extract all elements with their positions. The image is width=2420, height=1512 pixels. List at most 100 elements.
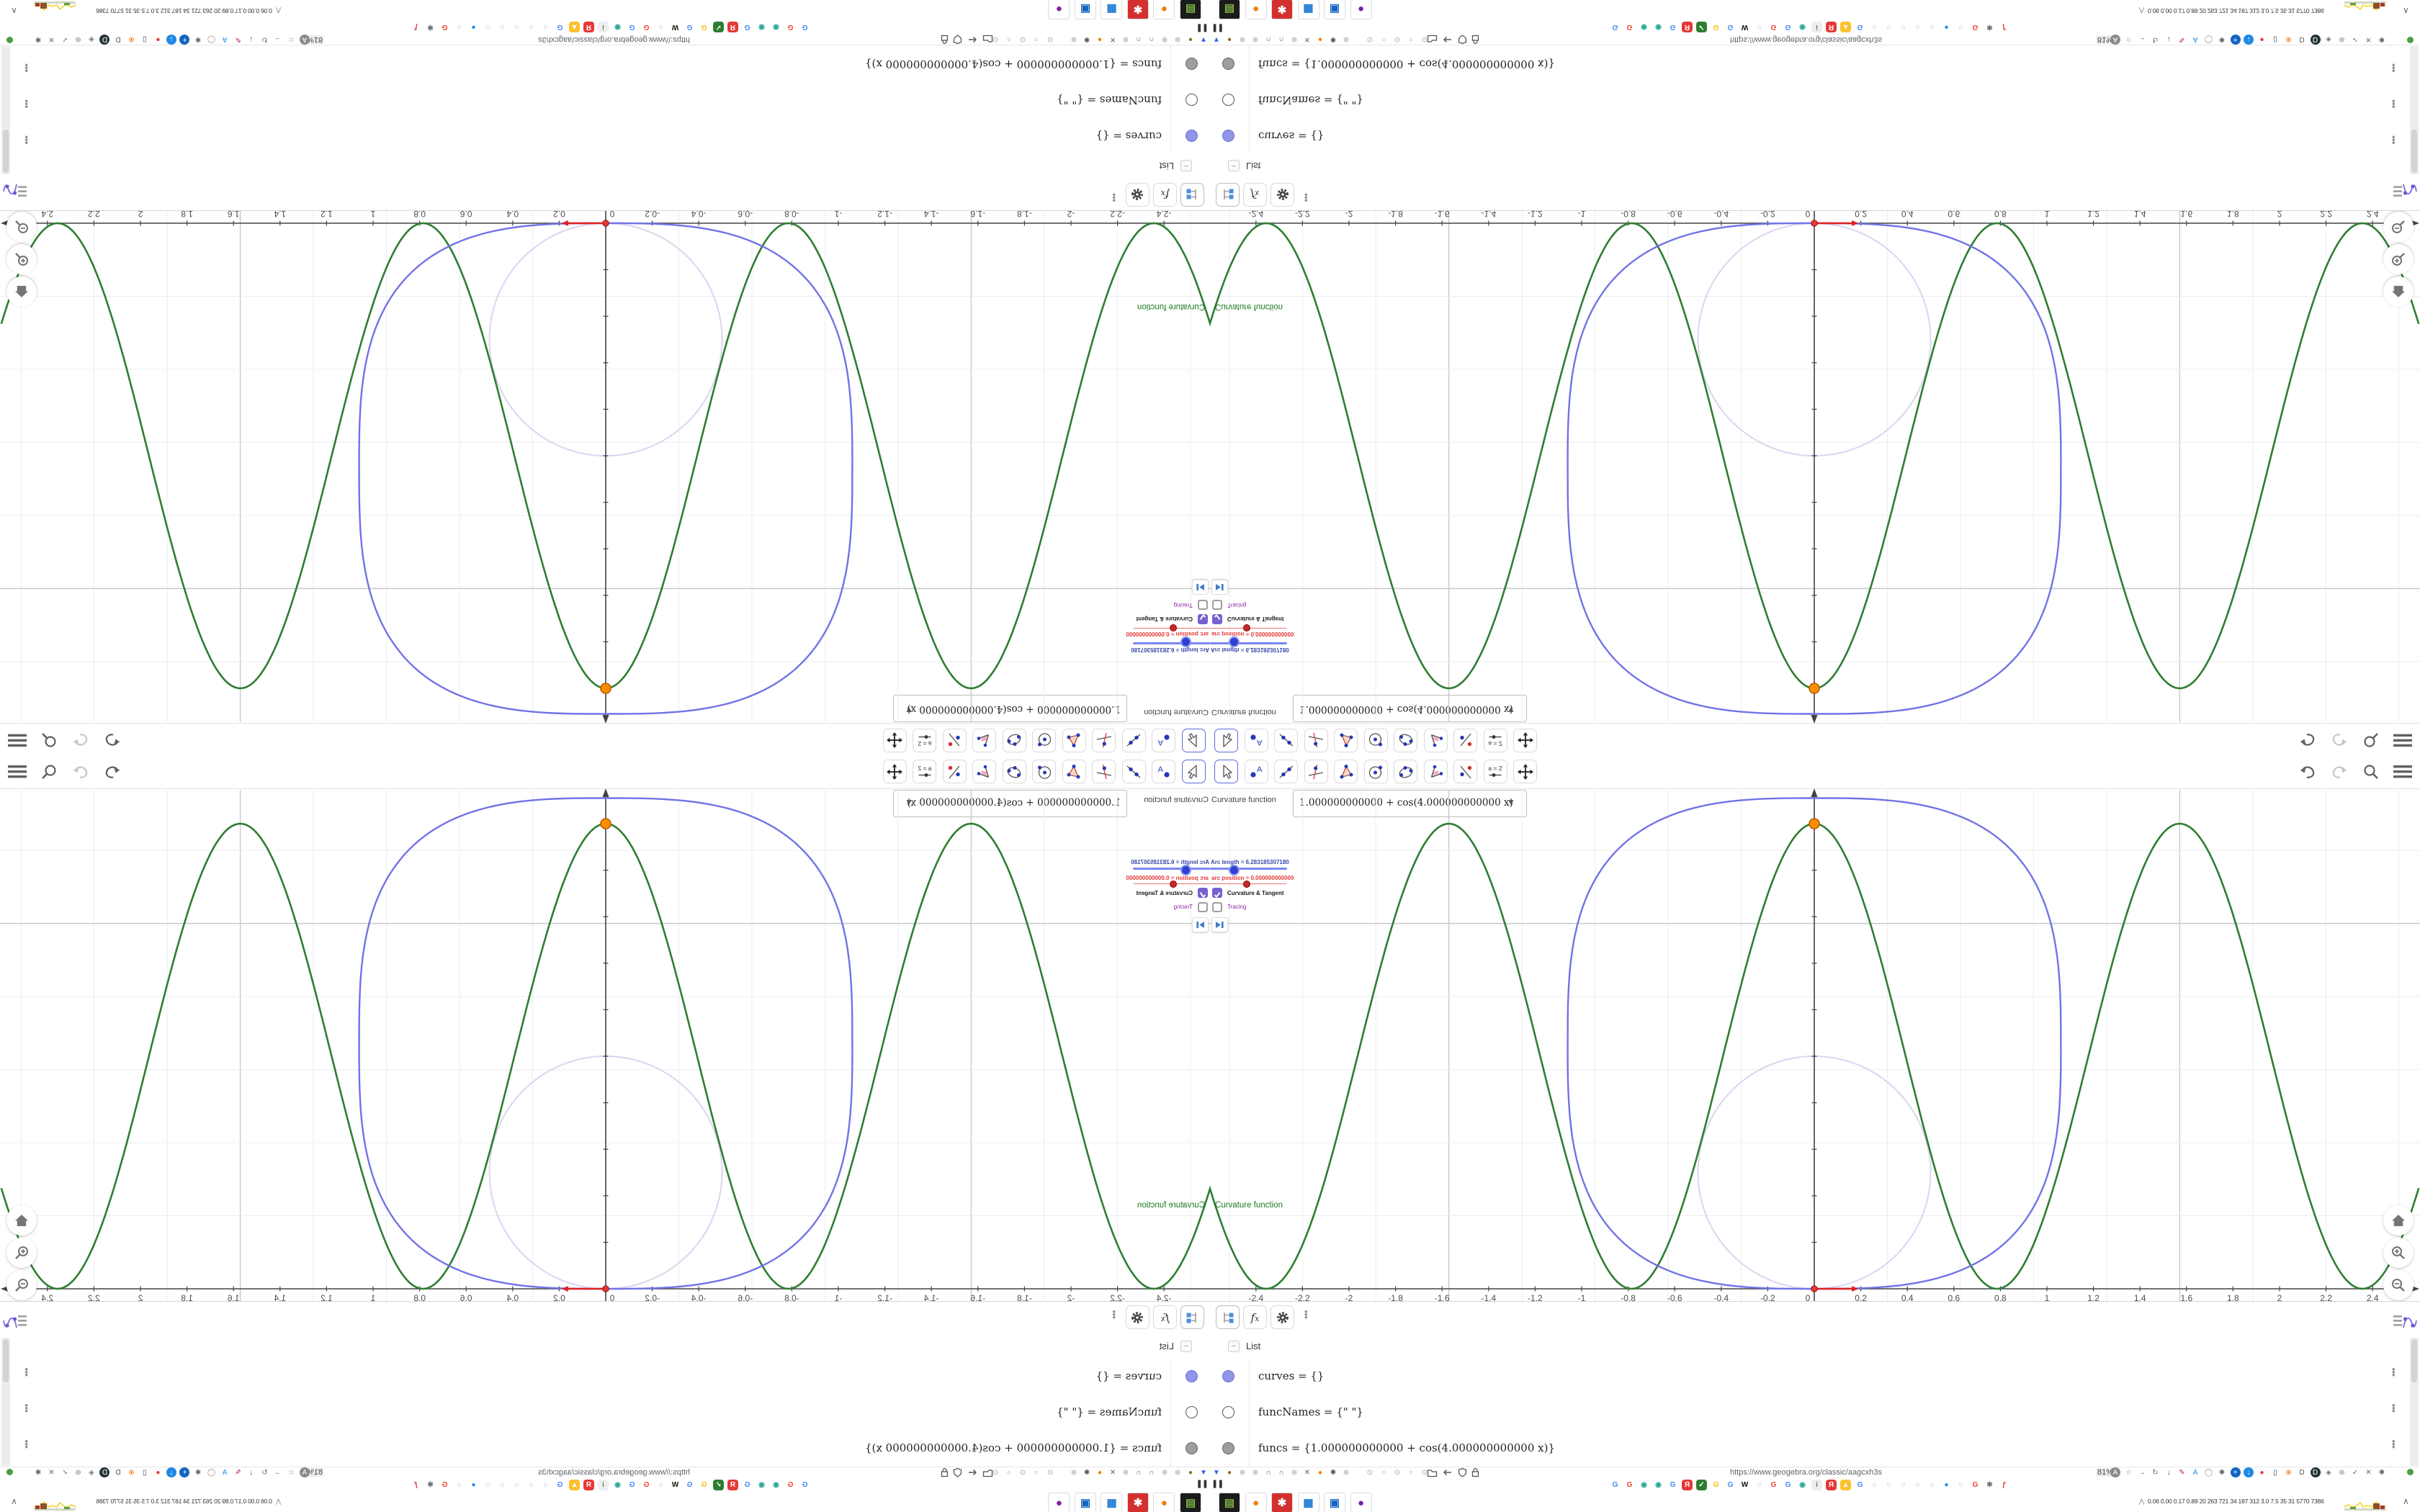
browser-tab-favicon[interactable]: ◌ [511,1480,522,1490]
scrollbar[interactable] [1,46,10,174]
settings-icon[interactable]: ✱ [2377,35,2387,45]
curvature-tangent-checkbox[interactable] [1212,888,1222,899]
browser-tab-favicon[interactable]: ◉ [756,1480,767,1490]
tray-expand-chevron[interactable]: ∧ [2403,6,2409,16]
globe-icon[interactable]: ⊕ [1173,1467,1183,1477]
algebra-panel-icon[interactable] [3,176,27,200]
browser-tab-favicon[interactable]: G [1783,22,1793,32]
globe-orange-icon[interactable]: ⊕ [2284,35,2294,45]
browser-tab-favicon[interactable]: ◌ [454,1480,465,1490]
translate2-icon[interactable]: A [2190,35,2200,45]
headset-icon[interactable]: ∩ [1134,35,1144,45]
globe-orange-icon[interactable]: ⊕ [127,35,137,45]
tree-view-button[interactable] [1216,183,1240,207]
letter-d-icon[interactable]: D [2297,35,2307,45]
tool-move[interactable] [1214,729,1238,752]
browser-tab-favicon[interactable]: ◉ [1797,22,1808,32]
browser-tab-favicon[interactable]: ◌ [1869,1480,1880,1490]
browser-tab-favicon[interactable]: ◌ [540,1480,551,1490]
tool-slider[interactable]: a = 2 [1483,760,1507,783]
firefox-app-icon[interactable]: ● [1153,1493,1175,1512]
browser-tab-favicon[interactable]: Я [727,1480,738,1490]
floppy64-app-icon[interactable]: ▣ [1075,1493,1096,1512]
letter-ld-icon[interactable]: D [2310,1467,2321,1477]
page-action-dot-icon[interactable]: ○ [1406,1467,1416,1477]
graphics-view[interactable]: -2.4 -2.2 -2 -1.8 -1.6 -1.4 -1.2 -1 -0.8 -0.6 -0.4… [1210,787,2420,1301]
thumbs-icon[interactable]: ✓ [2350,1467,2360,1477]
forward-icon[interactable]: → [273,35,283,45]
algebra-panel-icon[interactable] [2393,1312,2417,1336]
translate-icon[interactable]: A [300,35,310,45]
home-button[interactable] [6,1205,37,1236]
tree-view-button[interactable] [1180,1305,1204,1329]
tool-perpendicular-line[interactable] [1304,729,1328,752]
firefox-app-icon[interactable]: ● [1153,0,1175,19]
fx-view-button[interactable]: fx [1243,183,1267,207]
arc-length-slider-knob[interactable] [1180,636,1191,647]
page-action-dot-icon[interactable]: ⊙ [1365,1467,1375,1477]
browser-tab-favicon[interactable]: ▲ [1840,1480,1851,1490]
tool-move[interactable] [1214,760,1238,783]
page-action-dot-icon[interactable]: ⊙ [1018,1467,1028,1477]
arc-length-slider[interactable] [1133,642,1210,644]
globe-gray-icon[interactable]: ⊕ [2337,35,2347,45]
tool-reflect-about-line[interactable] [1453,760,1477,783]
tool-ellipse[interactable] [1003,760,1026,783]
star-icon[interactable]: ☆ [2124,35,2134,45]
browser-tab-favicon[interactable]: G [1768,1480,1779,1490]
visibility-toggle[interactable] [1186,130,1198,142]
owl-app-icon[interactable]: ● [1350,0,1372,19]
menu-button[interactable] [4,761,31,783]
arc-length-slider-knob[interactable] [1229,636,1240,647]
browser-tab-favicon[interactable]: ◉ [771,1480,781,1490]
reload-icon[interactable]: ↻ [260,1467,270,1477]
undo-button[interactable] [2294,729,2321,751]
undo-button[interactable] [99,761,126,783]
browser-tab-favicon[interactable]: ◌ [526,22,537,32]
reload-icon[interactable]: ↻ [2151,35,2161,45]
browser-tab-favicon[interactable]: ✓ [713,22,724,32]
kebab-menu-icon[interactable]: • • • [1304,1307,1308,1322]
arc-length-slider[interactable] [1133,868,1210,870]
settings-button[interactable] [1270,1305,1294,1329]
browser-tab-favicon[interactable]: ◉ [612,22,623,32]
tool-angle[interactable]: α [1423,729,1448,752]
kebab-menu-icon[interactable]: • • • [1304,189,1308,206]
olive-dot-icon[interactable]: ● [1186,1467,1196,1477]
browser-tab-favicon[interactable]: ◉ [771,22,781,32]
redo-button[interactable] [2326,729,2353,751]
browser-tab-favicon[interactable]: Я [1826,1480,1837,1490]
brush-icon[interactable]: ✎ [2177,1467,2187,1477]
arc-length-slider[interactable] [1210,642,1287,644]
browser-tab-favicon[interactable]: ◉ [1653,1480,1664,1490]
curvature-tangent-checkbox[interactable] [1198,613,1208,624]
arc-position-slider-knob[interactable] [1243,881,1250,888]
visibility-toggle[interactable] [1222,1406,1234,1418]
terminal-app-icon[interactable]: ▤ [1180,1493,1201,1512]
page-action-dot-icon[interactable]: ○ [1031,1467,1041,1477]
translate2-icon[interactable]: A [220,1467,230,1477]
download-icon[interactable]: ↓ [246,35,256,45]
map-pin-icon[interactable]: ▼ [1198,35,1209,45]
monitor-app-icon[interactable]: ▦ [1297,0,1319,19]
home-button[interactable] [6,276,37,307]
scrollbar[interactable] [2410,1338,2419,1466]
curve-point[interactable] [1809,683,1820,694]
firefox-app-icon[interactable]: ● [1245,0,1267,19]
browser-tab-favicon[interactable]: ◌ [1883,22,1894,32]
monitor-app-icon[interactable]: ▦ [1101,0,1123,19]
browser-tab-favicon[interactable]: W [1739,1480,1750,1490]
tool-point[interactable]: A [1244,760,1268,783]
download-icon[interactable]: ↓ [2164,35,2174,45]
browser-tab-favicon[interactable]: G [555,1480,565,1490]
wrench-icon[interactable]: ✕ [1108,35,1118,45]
browser-tab-favicon[interactable]: ● [468,22,479,32]
browser-tab-favicon[interactable]: G [799,1480,810,1490]
firefox-icon[interactable]: ● [1095,1467,1105,1477]
browser-tab-favicon[interactable]: Я [1682,1480,1693,1490]
row-kebab-icon[interactable]: • • • [2392,132,2396,148]
collapse-button[interactable]: − [1180,160,1192,171]
browser-tab-favicon[interactable]: ● [468,1480,479,1490]
browser-tab-favicon[interactable]: ◌ [1754,22,1765,32]
globe-icon[interactable]: ⊕ [1160,1467,1170,1477]
